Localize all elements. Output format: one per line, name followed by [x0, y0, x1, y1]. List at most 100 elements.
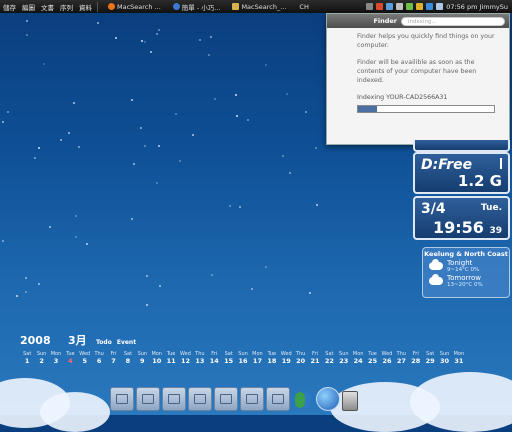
- calendar-day[interactable]: Sun 23: [337, 351, 351, 365]
- tray-search-icon[interactable]: [436, 3, 444, 10]
- calendar-day[interactable]: Fri 14: [207, 351, 221, 365]
- taskbar-tab-macsearch-folder[interactable]: MacSearch_...: [228, 3, 290, 11]
- taskbar-tab-simple[interactable]: 簡單 - 小巧...: [169, 2, 225, 12]
- weather-tonight-text: Tonight 9~14°C 0%: [447, 259, 479, 273]
- star: [146, 304, 148, 306]
- partial-widget: [413, 140, 510, 152]
- calendar-day[interactable]: Sun 30: [437, 351, 451, 365]
- day-number: 3: [53, 357, 59, 365]
- calendar-day[interactable]: Mon 17: [250, 351, 264, 365]
- weather-widget[interactable]: Keelung & North Coast Tonight 9~14°C 0% …: [422, 247, 510, 298]
- calendar-day[interactable]: Sun 16: [236, 351, 250, 365]
- browser-icon: [172, 3, 180, 10]
- music-folder-icon[interactable]: [135, 387, 160, 411]
- clock-user-label[interactable]: 07:56 pm JimmySu: [446, 3, 508, 11]
- tray-messenger-icon[interactable]: [426, 3, 434, 10]
- calendar-day[interactable]: Sat 29: [423, 351, 437, 365]
- day-number: 2: [39, 357, 44, 365]
- disk-free-widget[interactable]: D:Free 1.2 G: [413, 152, 510, 194]
- calendar-event-link[interactable]: Event: [117, 339, 136, 346]
- star: [144, 41, 146, 43]
- star: [159, 285, 161, 287]
- day-number: 17: [252, 357, 262, 365]
- day-number: 13: [195, 357, 205, 365]
- taskbar-tab-macsearch[interactable]: MacSearch ...: [104, 3, 165, 11]
- calendar-day[interactable]: Tue 25: [365, 351, 379, 365]
- calendar-day[interactable]: Tue 18: [265, 351, 279, 365]
- msn-messenger-icon[interactable]: [292, 389, 314, 411]
- calendar-day[interactable]: Wed 5: [78, 351, 92, 365]
- star: [73, 102, 75, 104]
- star: [156, 182, 158, 184]
- star: [144, 145, 146, 147]
- home-folder-icon[interactable]: [109, 387, 134, 411]
- calendar-day[interactable]: Sat 1: [20, 351, 34, 365]
- calendar-day[interactable]: Sun 2: [34, 351, 48, 365]
- calendar-widget: 2008 3月 Todo Event Sat 1 Sun 2 Mon 3 Tue 4 Wed 5 T…: [20, 332, 466, 365]
- calendar-day[interactable]: Mon 10: [150, 351, 164, 365]
- calendar-todo-link[interactable]: Todo: [96, 339, 112, 346]
- day-number: 14: [209, 357, 219, 365]
- day-number: 5: [82, 357, 88, 365]
- calendar-day[interactable]: Sun 9: [135, 351, 149, 365]
- tray-update-icon[interactable]: [416, 3, 424, 10]
- menu-item-sequence[interactable]: 序列: [57, 2, 76, 12]
- calendar-day[interactable]: Mon 3: [49, 351, 63, 365]
- date-time-widget[interactable]: 3/4 Tue. 19:56 39: [413, 196, 510, 240]
- calendar-day[interactable]: Fri 28: [409, 351, 423, 365]
- movies-folder-icon[interactable]: [161, 387, 186, 411]
- calendar-day[interactable]: Thu 27: [394, 351, 408, 365]
- menu-item-data[interactable]: 資料: [76, 2, 95, 12]
- star: [38, 147, 40, 149]
- star: [229, 205, 231, 207]
- calendar-day[interactable]: Mon 31: [452, 351, 466, 365]
- ime-indicator[interactable]: CH: [296, 3, 311, 11]
- star: [60, 139, 62, 141]
- calendar-day[interactable]: Wed 26: [380, 351, 394, 365]
- documents-folder-icon[interactable]: [213, 387, 238, 411]
- desktop-folder-icon[interactable]: [239, 387, 264, 411]
- menu-item-save[interactable]: 儲存: [0, 2, 19, 12]
- trash-icon[interactable]: [341, 391, 358, 411]
- weather-tomorrow-row: Tomorrow 13~20°C 0%: [429, 274, 509, 288]
- calendar-day[interactable]: Thu 6: [92, 351, 106, 365]
- downloads-folder-icon[interactable]: [265, 387, 290, 411]
- tray-shield-icon[interactable]: [376, 3, 384, 10]
- star: [179, 160, 181, 162]
- calendar-day[interactable]: Tue 4: [63, 351, 77, 365]
- tray-volume-icon[interactable]: [396, 3, 404, 10]
- star: [158, 29, 160, 31]
- tray-app-icon[interactable]: [406, 3, 414, 10]
- internet-globe-icon[interactable]: [315, 387, 340, 411]
- calendar-days: Sat 1 Sun 2 Mon 3 Tue 4 Wed 5 Thu 6 Fri 7 Sat 8 Sun 9 Mon 1…: [20, 351, 466, 365]
- menu-item-edit-image[interactable]: 編圖: [19, 2, 38, 12]
- calendar-day[interactable]: Wed 12: [178, 351, 192, 365]
- star: [265, 64, 267, 66]
- star: [75, 215, 77, 217]
- calendar-day[interactable]: Tue 11: [164, 351, 178, 365]
- star: [25, 291, 27, 293]
- tray-arrow-icon[interactable]: [366, 3, 374, 10]
- menu-item-documents[interactable]: 文書: [38, 2, 57, 12]
- day-number: 6: [96, 357, 102, 365]
- calendar-day[interactable]: Wed 19: [279, 351, 293, 365]
- finder-search-input[interactable]: indexing...: [401, 16, 505, 26]
- calendar-day[interactable]: Sat 15: [221, 351, 235, 365]
- calendar-day[interactable]: Fri 21: [308, 351, 322, 365]
- calendar-day[interactable]: Sat 8: [121, 351, 135, 365]
- star: [131, 218, 133, 220]
- star: [133, 163, 135, 165]
- calendar-day[interactable]: Thu 13: [193, 351, 207, 365]
- calendar-header: 2008 3月 Todo Event: [20, 332, 466, 348]
- finder-availability-text: Finder will be availible as soon as the …: [357, 59, 477, 84]
- calendar-day[interactable]: Mon 24: [351, 351, 365, 365]
- calendar-day[interactable]: Thu 20: [293, 351, 307, 365]
- finder-intro-text: Finder helps you quickly find things on …: [357, 33, 495, 49]
- calendar-day[interactable]: Fri 7: [106, 351, 120, 365]
- calendar-day[interactable]: Sat 22: [322, 351, 336, 365]
- day-number: 23: [339, 357, 349, 365]
- applications-folder-icon[interactable]: [187, 387, 212, 411]
- tray-network-icon[interactable]: [386, 3, 394, 10]
- star: [251, 288, 253, 290]
- day-number: 31: [454, 357, 464, 365]
